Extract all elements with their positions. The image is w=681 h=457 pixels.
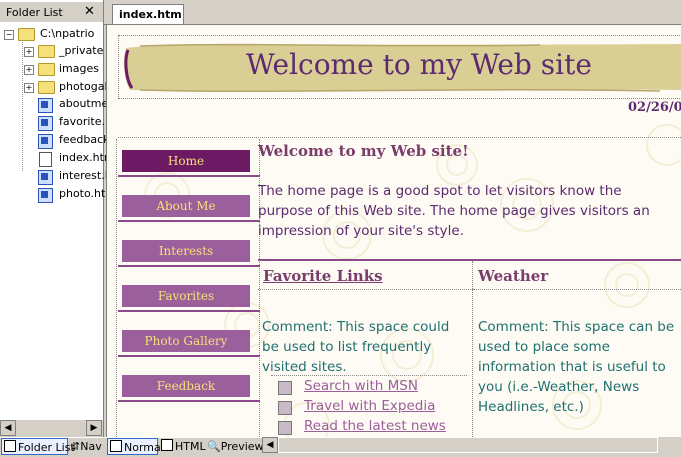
tree-item-label: images [59,62,99,75]
html-view-button[interactable]: HTML [160,438,206,455]
html-view-label: HTML [175,440,206,453]
tree-item-label: interest.l [59,169,108,182]
weather-comment: Comment: This space can be used to place… [478,319,675,415]
preview-icon: 🔍 [207,440,221,453]
preview-view-label: Preview [220,440,264,453]
expand-icon[interactable]: + [24,65,34,75]
link-latest-news[interactable]: Read the latest news [304,418,446,434]
html-view-icon [161,439,173,451]
tree-item-feedback[interactable]: feedback [38,133,110,149]
navigation-view-label: Nav [80,440,102,453]
nav-button-home[interactable]: Home [122,150,250,172]
tree-item-label: photo.ht [59,187,106,200]
folder-icon [38,81,55,94]
web-page-icon [38,188,53,203]
preview-view-button[interactable]: 🔍Preview [206,438,264,455]
edit-page-icon [39,152,52,167]
web-page-icon [38,170,53,185]
expand-icon[interactable]: + [24,83,34,93]
folder-list-title: Folder List [6,6,63,19]
tree-item-photogal[interactable]: + photogal [24,80,108,96]
folder-scrollbar[interactable]: ◀ ▶ [0,420,103,437]
tree-item-photo[interactable]: photo.ht [38,187,106,203]
weather-heading: Weather [478,267,549,285]
tab-index-htm[interactable]: index.htm [112,4,184,24]
tree-item-favorite[interactable]: favorite. [38,115,106,131]
normal-view-button[interactable]: Normal [107,438,164,455]
tree-item-label: aboutme [59,97,109,110]
nav-divider [118,355,260,357]
folder-list-header: Folder List ✕ [0,2,103,22]
navigation-icon: ⇵ [71,440,81,453]
bullet-icon [278,401,292,415]
section-divider [258,259,681,261]
nav-button-photo-gallery[interactable]: Photo Gallery [122,330,250,352]
navigation-view-button[interactable]: ⇵Nav [70,438,107,455]
tree-item-private[interactable]: + _private [24,44,104,60]
scroll-right-icon[interactable]: ▶ [86,420,102,436]
collapse-icon[interactable]: − [4,30,14,40]
tree-item-index[interactable]: index.htr [38,151,108,167]
folder-open-icon [18,28,35,41]
tree-item-images[interactable]: + images [24,62,102,78]
web-page-icon [38,116,53,131]
nav-divider [118,220,260,222]
nav-button-feedback[interactable]: Feedback [122,375,250,397]
tree-item-label: index.htr [59,151,109,164]
folder-list-icon [4,440,16,452]
scroll-thumb[interactable] [278,437,658,453]
nav-divider [118,400,260,402]
tree-root[interactable]: − C:\npatrio [4,27,102,43]
column-divider [472,261,474,437]
web-page-icon [38,98,53,113]
normal-view-icon [110,440,122,452]
links-heading-rule [258,289,473,291]
tree-item-label: favorite. [59,115,106,128]
link-search-msn[interactable]: Search with MSN [304,378,418,394]
welcome-body: The home page is a good spot to let visi… [258,183,650,239]
bullet-icon [278,381,292,395]
normal-view-label: Normal [124,441,164,454]
scroll-left-icon[interactable]: ◀ [0,420,16,436]
nav-button-interests[interactable]: Interests [122,240,250,262]
welcome-heading: Welcome to my Web site! [258,142,469,160]
web-page-icon [38,134,53,149]
banner-date: 02/26/0 [628,100,681,115]
link-travel-expedia[interactable]: Travel with Expedia [304,398,435,414]
tree-item-label: _private [59,44,104,57]
links-list-rule [271,375,467,377]
folder-list-view-button[interactable]: Folder List [1,438,75,455]
expand-icon[interactable]: + [24,47,34,57]
nav-divider [118,175,260,177]
banner-title: Welcome to my Web site [246,48,592,81]
scroll-left-icon[interactable]: ◀ [262,437,278,453]
folder-icon [38,45,55,58]
editor-horizontal-scrollbar[interactable]: ◀ [262,437,681,454]
nav-divider [118,265,260,267]
tree-root-label: C:\npatrio [40,27,95,40]
links-comment: Comment: This space could be used to lis… [262,319,450,375]
nav-button-favorites[interactable]: Favorites [122,285,250,307]
weather-heading-rule [473,289,681,291]
tree-item-label: photogal [59,80,108,93]
document-tab-bar [104,0,681,25]
nav-divider [118,310,260,312]
tree-item-aboutme[interactable]: aboutme [38,97,108,113]
close-icon[interactable]: ✕ [84,4,95,19]
tree-item-interest[interactable]: interest.l [38,169,108,185]
folder-list-view-label: Folder List [18,441,75,454]
folder-icon [38,63,55,76]
nav-button-about-me[interactable]: About Me [122,195,250,217]
favorite-links-heading[interactable]: Favorite Links [263,267,383,285]
bullet-icon [278,421,292,435]
tree-item-label: feedback [59,133,110,146]
